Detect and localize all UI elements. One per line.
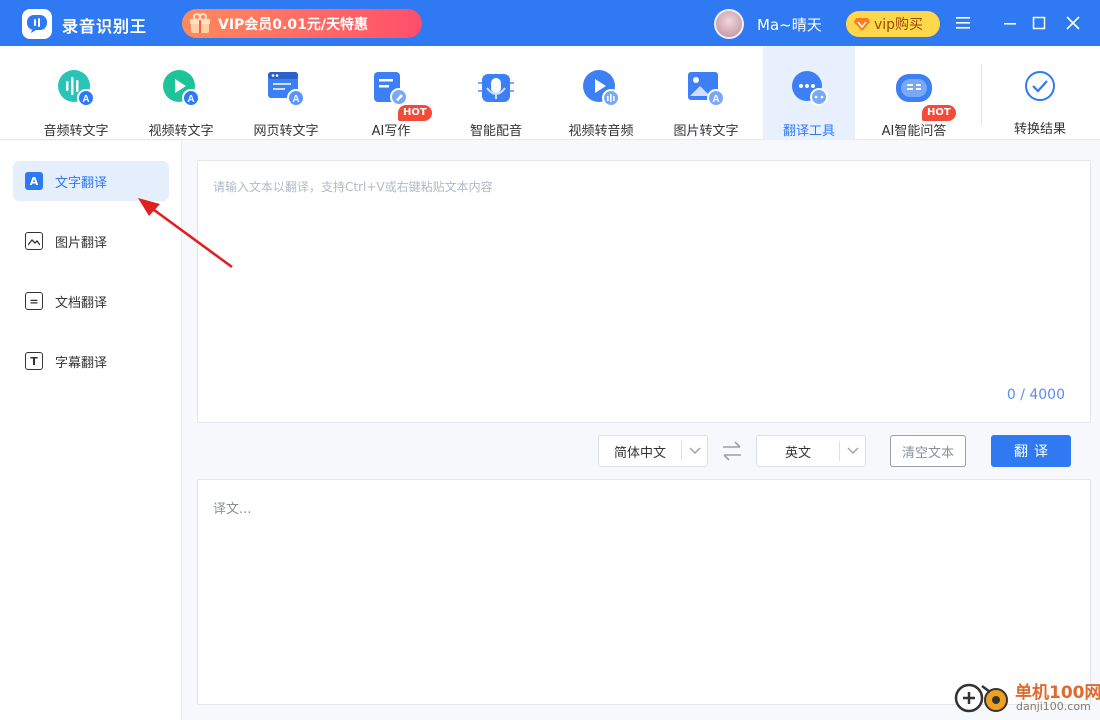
hot-badge: HOT: [398, 105, 432, 121]
tool-smart-dubbing[interactable]: 智能配音: [444, 46, 548, 140]
site-watermark: 单机100网 danji100.com: [952, 676, 1100, 718]
tool-label: AI写作: [371, 124, 411, 139]
app-title: 录音识别王: [62, 17, 148, 36]
annotation-arrow-icon: [138, 198, 233, 269]
sidebar-item-label: 文档翻译: [55, 295, 108, 311]
text-translate-icon: A: [25, 172, 43, 190]
image-to-text-icon: A: [686, 68, 726, 108]
tool-ai-writing[interactable]: AI写作: [339, 46, 443, 140]
translation-output-placeholder: 译文...: [213, 502, 252, 517]
vip-purchase-label: vip购买: [874, 17, 924, 33]
character-counter: 0 / 4000: [1006, 387, 1065, 403]
tool-webpage-to-text[interactable]: A 网页转文字: [234, 46, 338, 140]
clear-text-button[interactable]: 清空文本: [890, 435, 966, 467]
sidebar-item-label: 文字翻译: [55, 175, 108, 191]
image-translate-icon: [25, 232, 43, 250]
watermark-url: danji100.com: [1016, 700, 1091, 713]
tool-audio-to-text[interactable]: A 音频转文字: [24, 46, 128, 140]
ai-writing-icon: [371, 68, 411, 108]
tool-ai-qa[interactable]: AI智能问答: [862, 46, 966, 140]
document-translate-icon: =: [25, 292, 43, 310]
check-circle-icon: [1020, 68, 1060, 108]
audio-to-text-icon: A: [56, 68, 96, 108]
tool-label: 智能配音: [469, 124, 522, 139]
feature-toolbar: A 音频转文字 A 视频转文字 A 网页转文字 AI写作 HOT 智能配音 视频…: [0, 46, 1100, 140]
app-logo-icon: [22, 9, 52, 39]
target-language-select[interactable]: 英文: [756, 435, 866, 467]
tool-label: 视频转音频: [568, 124, 634, 139]
video-to-text-icon: A: [161, 68, 201, 108]
source-text-placeholder: 请输入文本以翻译，支持Ctrl+V或右键粘贴文本内容: [213, 180, 493, 194]
tool-label: 音频转文字: [43, 124, 109, 139]
tool-translate[interactable]: 翻译工具: [763, 46, 855, 140]
source-language-select[interactable]: 简体中文: [598, 435, 708, 467]
tool-label: AI智能问答: [881, 124, 947, 139]
tool-label: 视频转文字: [148, 124, 214, 139]
close-icon[interactable]: [1061, 11, 1085, 35]
tool-label: 转换结果: [1013, 122, 1066, 137]
translation-output[interactable]: 译文...: [197, 479, 1091, 705]
tool-conversion-result[interactable]: 转换结果: [988, 46, 1092, 140]
svg-text:A: A: [292, 94, 299, 105]
translate-button[interactable]: 翻译: [991, 435, 1071, 467]
svg-text:A: A: [187, 94, 194, 105]
maximize-icon[interactable]: [1027, 11, 1051, 35]
source-text-input[interactable]: 请输入文本以翻译，支持Ctrl+V或右键粘贴文本内容 0 / 4000: [197, 160, 1091, 423]
sidebar-item-document-translate[interactable]: = 文档翻译: [13, 281, 169, 321]
hot-badge: HOT: [922, 105, 956, 121]
username[interactable]: Ma~晴天: [757, 14, 822, 35]
title-bar: 录音识别王 VIP会员0.01元/天特惠 Ma~晴天 vip购买: [0, 0, 1100, 46]
vip-promo-banner[interactable]: VIP会员0.01元/天特惠: [182, 9, 422, 38]
translate-tool-icon: [789, 68, 829, 108]
chevron-down-icon: [839, 441, 865, 461]
chevron-down-icon: [681, 441, 707, 461]
tool-image-to-text[interactable]: A 图片转文字: [654, 46, 758, 140]
svg-text:A: A: [82, 94, 89, 105]
svg-text:A: A: [712, 94, 719, 105]
minimize-icon[interactable]: [998, 11, 1022, 35]
tool-label: 翻译工具: [782, 124, 835, 139]
source-language-value: 简体中文: [613, 445, 666, 461]
ai-qa-icon: [894, 68, 934, 108]
swap-languages-icon[interactable]: [720, 440, 744, 462]
sidebar-item-subtitle-translate[interactable]: T 字幕翻译: [13, 341, 169, 381]
tool-video-to-audio[interactable]: 视频转音频: [549, 46, 653, 140]
promo-text: VIP会员0.01元/天特惠: [218, 16, 368, 33]
gift-icon: [182, 9, 218, 38]
toolbar-divider: [981, 64, 982, 124]
vip-purchase-button[interactable]: vip购买: [846, 11, 940, 37]
user-avatar[interactable]: [714, 9, 744, 39]
subtitle-translate-icon: T: [25, 352, 43, 370]
target-language-value: 英文: [784, 445, 811, 461]
menu-icon[interactable]: [951, 11, 975, 35]
tool-video-to-text[interactable]: A 视频转文字: [129, 46, 233, 140]
tool-label: 图片转文字: [673, 124, 739, 139]
sidebar-item-label: 图片翻译: [55, 235, 108, 251]
tool-label: 网页转文字: [253, 124, 319, 139]
sidebar-item-label: 字幕翻译: [55, 355, 108, 371]
webpage-to-text-icon: A: [266, 68, 306, 108]
diamond-icon: [854, 18, 870, 31]
smart-dubbing-icon: [476, 68, 516, 108]
video-to-audio-icon: [581, 68, 621, 108]
watermark-logo-icon: [954, 683, 1008, 713]
